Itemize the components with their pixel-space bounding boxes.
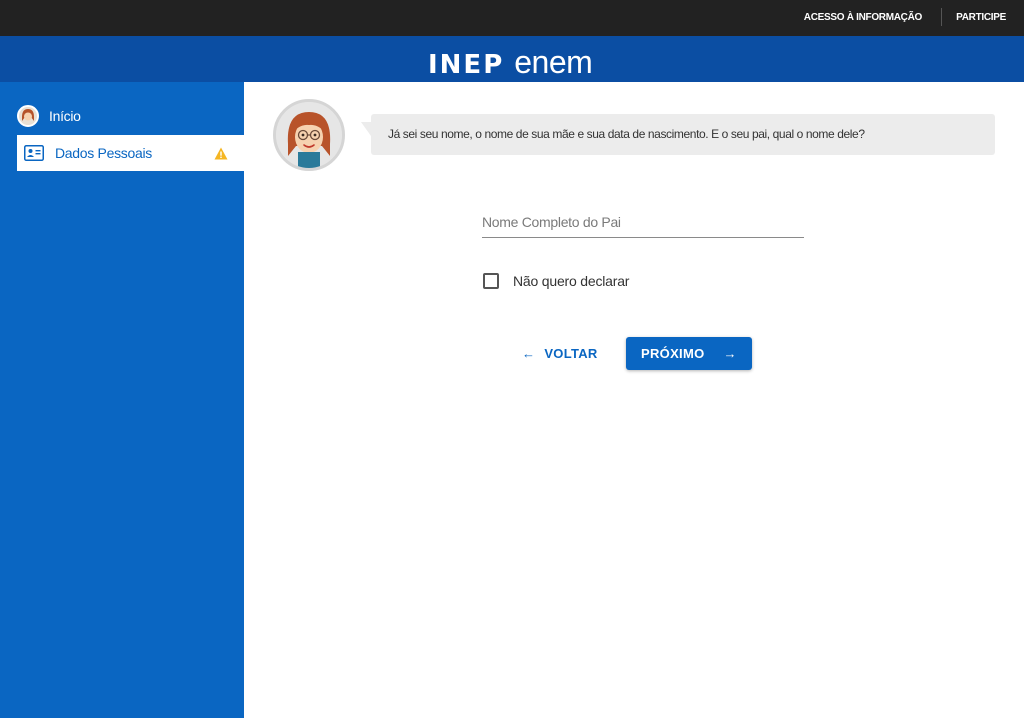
assistant-avatar-icon (273, 99, 345, 171)
assistant-message-text: Já sei seu nome, o nome de sua mãe e sua… (388, 127, 865, 141)
assistant-message-bubble: Já sei seu nome, o nome de sua mãe e sua… (361, 114, 995, 155)
no-declare-label[interactable]: Não quero declarar (513, 273, 629, 289)
top-bar: ACESSO À INFORMAÇÃO PARTICIPE (0, 0, 1024, 36)
inep-enem-logo: INEP enem (428, 44, 593, 80)
id-card-icon (24, 145, 44, 161)
father-name-input[interactable] (482, 208, 804, 236)
no-declare-checkbox[interactable] (483, 273, 499, 289)
sidebar: Início Dados Pessoais (0, 82, 244, 718)
back-button[interactable]: ← VOLTAR (522, 338, 612, 368)
participe-link[interactable]: PARTICIPE (956, 0, 1006, 36)
topbar-divider (941, 8, 942, 26)
warning-icon (214, 147, 228, 160)
arrow-right-icon: → (723, 346, 737, 361)
next-button[interactable]: PRÓXIMO → (626, 337, 752, 370)
arrow-left-icon: ← (522, 345, 536, 361)
no-declare-option[interactable]: Não quero declarar (483, 272, 629, 290)
next-button-label: PRÓXIMO (641, 346, 705, 361)
avatar-icon (17, 105, 39, 127)
main-content: Já sei seu nome, o nome de sua mãe e sua… (244, 82, 1024, 718)
sidebar-item-dados-pessoais[interactable]: Dados Pessoais (17, 135, 244, 171)
acesso-informacao-link[interactable]: ACESSO À INFORMAÇÃO (804, 0, 923, 36)
father-name-field (482, 208, 804, 238)
back-button-label: VOLTAR (544, 345, 598, 361)
sidebar-item-label: Início (49, 108, 81, 124)
sidebar-item-label: Dados Pessoais (55, 145, 152, 161)
inep-logo-text: INEP (428, 50, 505, 80)
enem-logo-text: enem (514, 44, 593, 80)
sidebar-item-inicio[interactable]: Início (17, 98, 244, 134)
